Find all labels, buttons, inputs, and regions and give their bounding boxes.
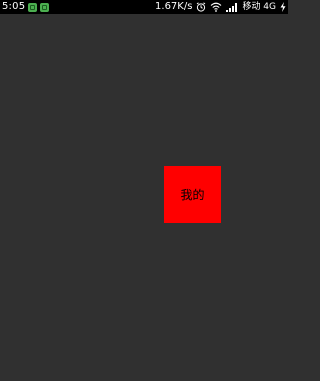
network-speed: 1.67K/s — [155, 1, 193, 12]
app-notification-icon — [40, 2, 50, 12]
status-left: 5:05 — [2, 0, 50, 14]
status-bar: 5:05 1.67K/s 移动 4G — [0, 0, 288, 14]
mine-label: 我的 — [180, 188, 205, 202]
status-right: 1.67K/s 移动 4G — [155, 0, 286, 14]
app-notification-icon — [28, 2, 38, 12]
signal-icon — [226, 2, 238, 12]
mine-box[interactable]: 我的 — [164, 166, 221, 223]
charging-icon — [280, 2, 286, 12]
carrier-label: 移动 4G — [242, 2, 276, 12]
app-screen: 5:05 1.67K/s 移动 4G 我的 — [0, 0, 288, 381]
status-time: 5:05 — [2, 1, 26, 12]
wifi-icon — [210, 2, 222, 12]
alarm-icon — [196, 2, 206, 12]
